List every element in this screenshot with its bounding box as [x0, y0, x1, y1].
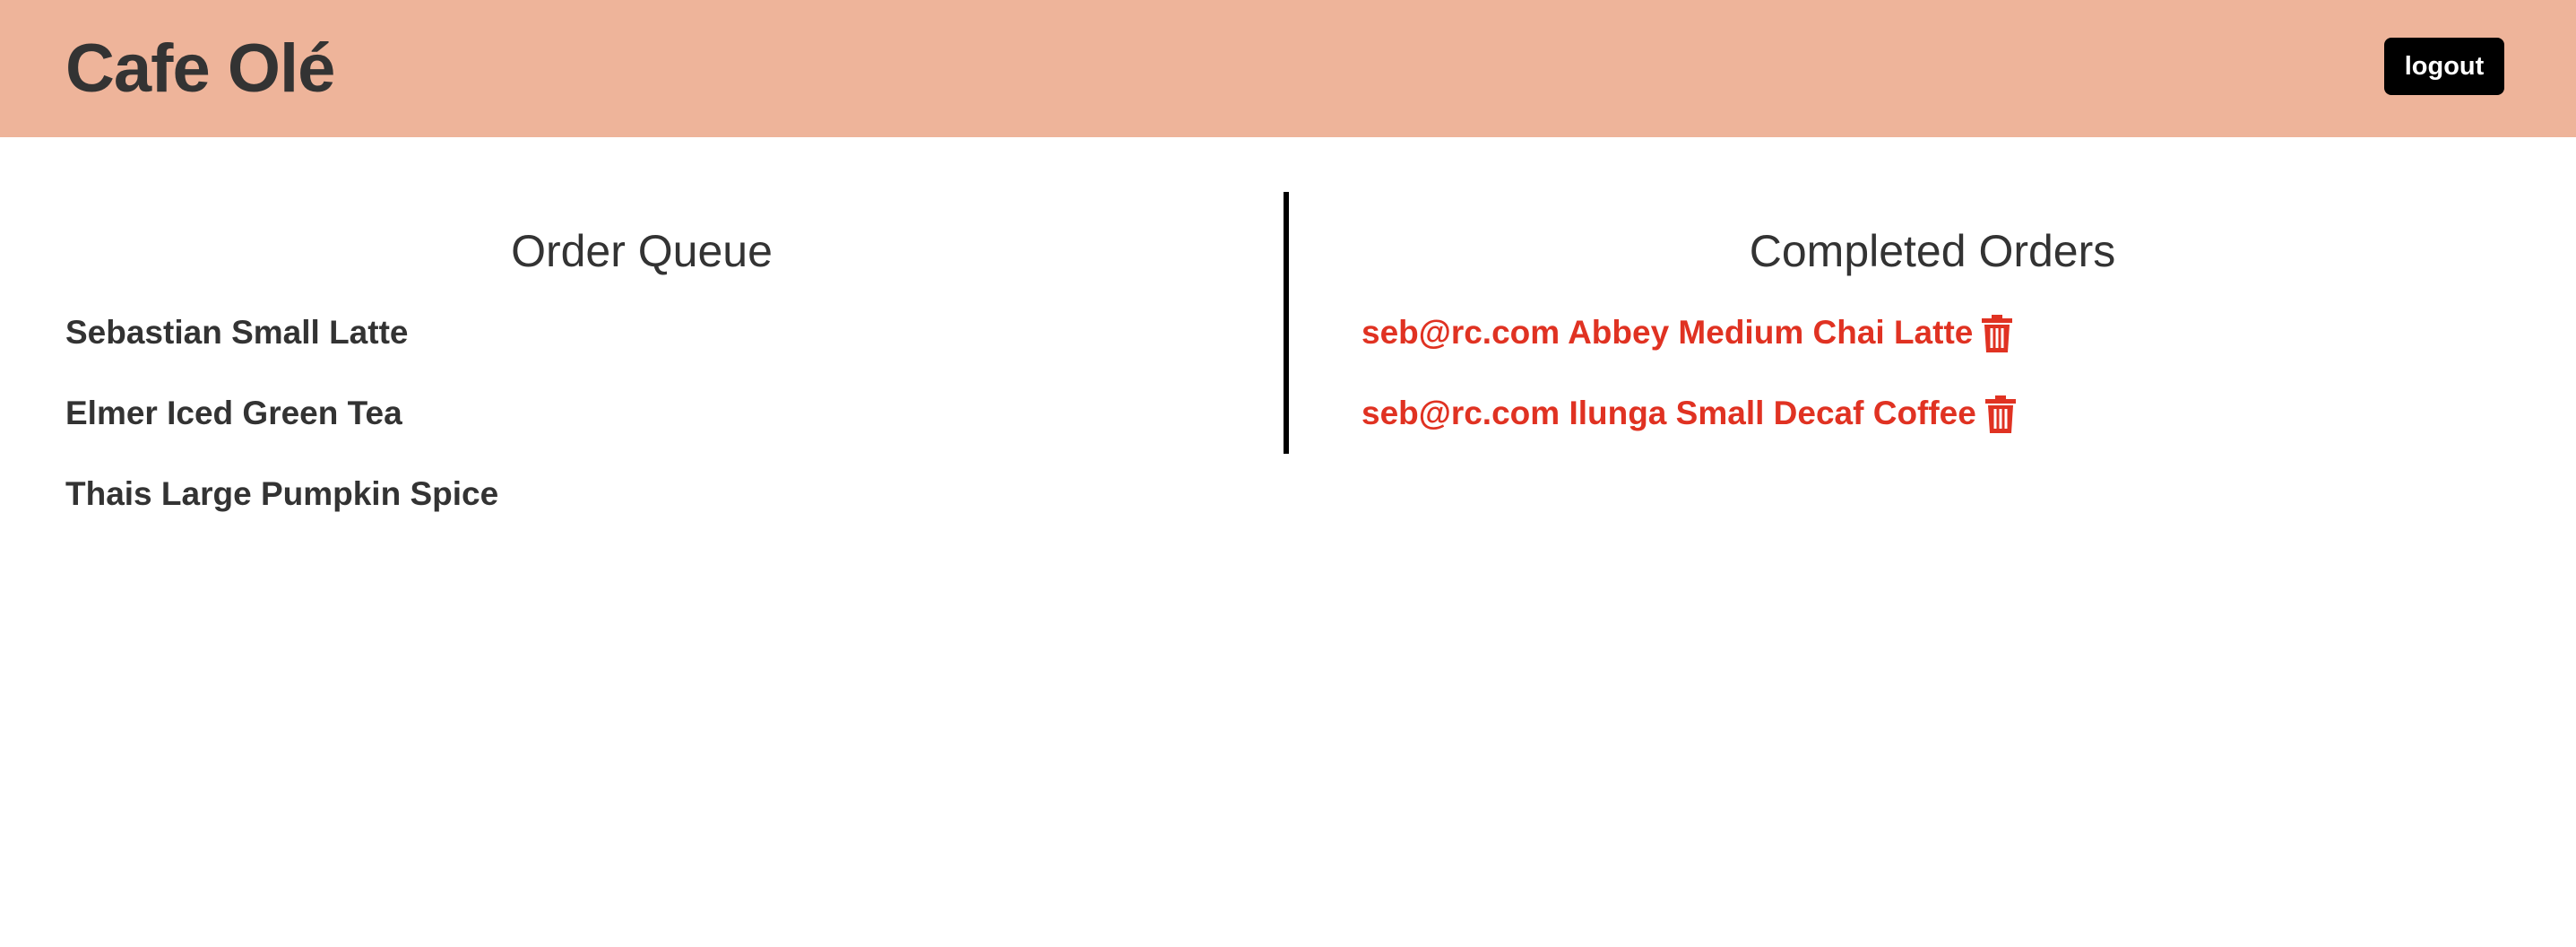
logout-button[interactable]: logout	[2384, 38, 2504, 95]
queue-order-item[interactable]: Sebastian Small Latte	[65, 307, 498, 387]
completed-orders-list: seb@rc.com Abbey Medium Chai Latte seb@r…	[1361, 307, 2016, 468]
order-queue-title: Order Queue	[511, 226, 773, 276]
completed-order-text: seb@rc.com Abbey Medium Chai Latte	[1361, 314, 1974, 351]
order-queue-list: Sebastian Small Latte Elmer Iced Green T…	[65, 307, 498, 549]
completed-orders-title: Completed Orders	[1749, 226, 2116, 276]
queue-order-item[interactable]: Elmer Iced Green Tea	[65, 387, 498, 468]
trash-icon[interactable]	[1982, 315, 2013, 352]
completed-order-item: seb@rc.com Abbey Medium Chai Latte	[1361, 307, 2016, 387]
trash-icon[interactable]	[1984, 395, 2016, 433]
app-header: Cafe Olé logout	[0, 0, 2576, 137]
completed-order-text: seb@rc.com Ilunga Small Decaf Coffee	[1361, 395, 1976, 431]
completed-order-item: seb@rc.com Ilunga Small Decaf Coffee	[1361, 387, 2016, 468]
app-title: Cafe Olé	[65, 30, 335, 107]
queue-order-item[interactable]: Thais Large Pumpkin Spice	[65, 468, 498, 549]
